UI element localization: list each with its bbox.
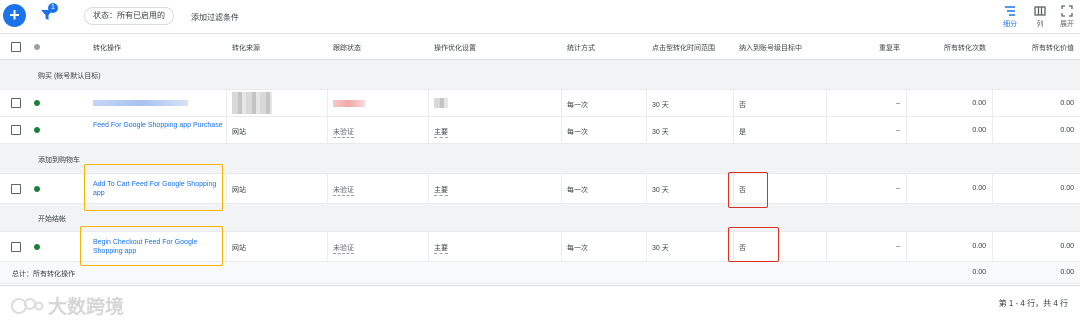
total-value: 0.00: [1060, 269, 1074, 276]
row-conversions: 0.00: [972, 243, 986, 250]
highlight-box: [728, 227, 779, 262]
row-count: 每一次: [567, 187, 588, 194]
filter-count-badge: 1: [48, 3, 58, 13]
row-count: 每一次: [567, 245, 588, 252]
highlight-box: [84, 164, 223, 211]
col-count[interactable]: 统计方式: [567, 43, 595, 53]
status-dot: [34, 186, 40, 192]
row-value: 0.00: [1060, 127, 1074, 134]
row-window: 30 天: [652, 187, 669, 194]
table-footer: 大数跨境 第 1 - 4 行，共 4 行: [0, 285, 1080, 322]
section-header: 购买 (帐号默认目标): [0, 60, 1080, 90]
row-checkbox[interactable]: [11, 125, 21, 135]
table-header: 转化操作 转化来源 跟踪状态 操作优化设置 统计方式 点击型转化时间范围 纳入到…: [0, 34, 1080, 60]
col-conversion-action[interactable]: 转化操作: [93, 43, 121, 53]
table-row: 每一次 30 天 否 – 0.00 0.00: [0, 90, 1080, 117]
plus-icon[interactable]: +: [3, 4, 26, 27]
row-optimization[interactable]: 主要: [434, 185, 448, 196]
status-filter-chip[interactable]: 状态：所有已启用的: [84, 7, 174, 25]
col-optimization[interactable]: 操作优化设置: [434, 43, 476, 53]
segment-button[interactable]: 细分: [995, 5, 1025, 29]
watermark: 大数跨境: [10, 292, 124, 319]
row-include: 是: [739, 129, 746, 136]
status-dot: [34, 100, 40, 106]
status-header-icon: [34, 44, 40, 50]
table-row: Feed For Google Shopping app Purchase 网站…: [0, 117, 1080, 144]
row-tracking[interactable]: 未验证: [333, 185, 354, 196]
redacted-tracking: [333, 100, 365, 107]
row-source: 网站: [232, 245, 246, 252]
row-source: 网站: [232, 187, 246, 194]
col-repeat-rate[interactable]: 重复率: [830, 43, 900, 53]
col-all-conversion-value[interactable]: 所有转化价值: [996, 43, 1074, 53]
row-count: 每一次: [567, 129, 588, 136]
row-conversions: 0.00: [972, 185, 986, 192]
redacted-source: [232, 92, 272, 114]
row-include: 否: [739, 102, 746, 109]
toolbar: + 1 状态：所有已启用的 添加过滤条件 细分 列 展开: [0, 0, 1080, 34]
row-repeat: –: [896, 127, 900, 134]
row-value: 0.00: [1060, 185, 1074, 192]
row-repeat: –: [896, 100, 900, 107]
section-label: 添加到购物车: [38, 157, 80, 164]
row-tracking[interactable]: 未验证: [333, 243, 354, 254]
status-dot: [34, 244, 40, 250]
row-value: 0.00: [1060, 100, 1074, 107]
expand-label: 展开: [1060, 21, 1074, 28]
status-dot: [34, 127, 40, 133]
row-count: 每一次: [567, 102, 588, 109]
row-window: 30 天: [652, 102, 669, 109]
row-conversions: 0.00: [972, 127, 986, 134]
columns-icon: [1034, 6, 1046, 16]
redacted-name: [93, 100, 188, 106]
row-repeat: –: [896, 243, 900, 250]
row-window: 30 天: [652, 245, 669, 252]
redacted-optimization: [434, 98, 448, 108]
col-all-conversions[interactable]: 所有转化次数: [910, 43, 986, 53]
section-label: 开始结帐: [38, 216, 66, 223]
col-source[interactable]: 转化来源: [232, 43, 260, 53]
expand-button[interactable]: 展开: [1052, 5, 1080, 29]
row-optimization[interactable]: 主要: [434, 127, 448, 138]
row-checkbox[interactable]: [11, 242, 21, 252]
segment-icon: [1005, 6, 1015, 16]
row-conversions: 0.00: [972, 100, 986, 107]
row-tracking[interactable]: 未验证: [333, 127, 354, 138]
section-label: 购买 (帐号默认目标): [38, 73, 101, 80]
row-checkbox[interactable]: [11, 98, 21, 108]
segment-label: 细分: [1003, 21, 1017, 28]
row-optimization[interactable]: 主要: [434, 243, 448, 254]
select-all-checkbox[interactable]: [11, 42, 21, 52]
col-tracking-status[interactable]: 跟踪状态: [333, 43, 361, 53]
row-checkbox[interactable]: [11, 184, 21, 194]
columns-button[interactable]: 列: [1025, 5, 1055, 29]
total-label: 总计：所有转化操作: [12, 271, 75, 278]
highlight-box: [80, 226, 223, 266]
row-source: 网站: [232, 129, 246, 136]
expand-icon: [1061, 5, 1073, 17]
row-window: 30 天: [652, 129, 669, 136]
conversion-action-link[interactable]: Feed For Google Shopping app Purchase: [93, 121, 223, 130]
col-include-goal[interactable]: 纳入到账号级目标中: [739, 43, 802, 53]
columns-label: 列: [1036, 21, 1044, 28]
col-window[interactable]: 点击型转化时间范围: [652, 43, 715, 53]
total-conversions: 0.00: [972, 269, 986, 276]
watermark-logo-icon: [11, 297, 44, 314]
row-value: 0.00: [1060, 243, 1074, 250]
highlight-box: [728, 172, 768, 208]
pagination-info: 第 1 - 4 行，共 4 行: [998, 299, 1068, 308]
row-repeat: –: [896, 185, 900, 192]
watermark-text: 大数跨境: [48, 297, 125, 318]
add-filter-button[interactable]: 添加过滤条件: [191, 12, 239, 23]
